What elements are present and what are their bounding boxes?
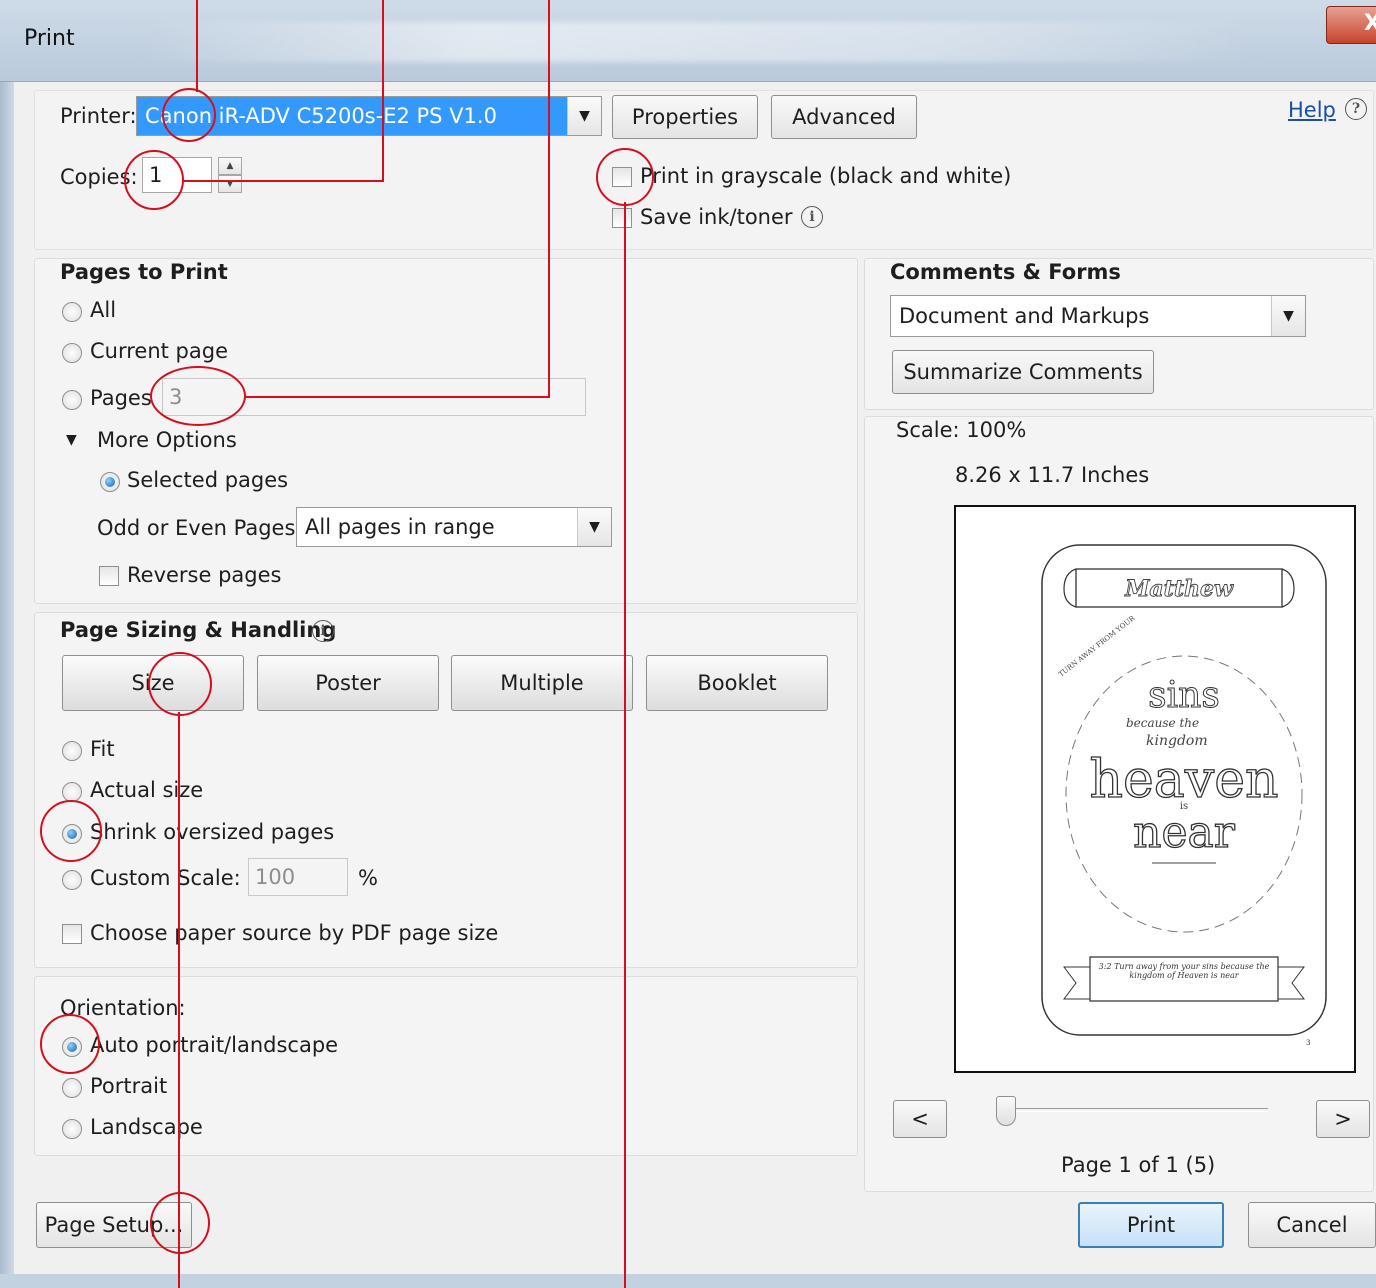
annotation-line <box>196 0 198 92</box>
art-small-because: because the <box>1126 716 1199 730</box>
coloring-page-art: Matthew TURN AWAY FROM YOUR sins because… <box>1041 544 1327 1047</box>
window-frame-bottom <box>0 1274 1376 1288</box>
save-ink-label: Save ink/toner <box>640 205 793 229</box>
annotation-circle-shrink <box>40 800 102 862</box>
cancel-button[interactable]: Cancel <box>1248 1202 1376 1248</box>
help-link[interactable]: Help <box>1288 98 1336 122</box>
annotation-line <box>182 180 384 182</box>
previous-page-button[interactable]: < <box>893 1100 947 1138</box>
all-pages-radio[interactable] <box>62 302 82 322</box>
info-icon[interactable]: i <box>312 620 334 642</box>
annotation-circle-copies <box>124 150 184 210</box>
reverse-pages-label: Reverse pages <box>127 563 282 587</box>
spin-up-icon[interactable]: ▲ <box>218 157 242 175</box>
odd-even-label: Odd or Even Pages: <box>97 516 303 540</box>
chevron-down-icon[interactable]: ▼ <box>567 97 601 135</box>
art-word-sins: sins <box>1148 675 1220 716</box>
portrait-radio[interactable] <box>62 1078 82 1098</box>
triangle-down-icon[interactable]: ▼ <box>66 432 77 448</box>
pages-to-print-header: Pages to Print <box>60 260 228 284</box>
art-arc-text: TURN AWAY FROM YOUR <box>1057 614 1137 679</box>
annotation-circle-size <box>148 652 212 716</box>
close-button[interactable]: X <box>1326 6 1376 44</box>
selected-pages-label: Selected pages <box>127 468 289 492</box>
reverse-pages-checkbox[interactable] <box>99 566 119 586</box>
more-options-label[interactable]: More Options <box>97 428 237 452</box>
annotation-line <box>548 0 550 398</box>
print-button[interactable]: Print <box>1078 1202 1224 1248</box>
selected-pages-radio[interactable] <box>100 472 120 492</box>
landscape-radio[interactable] <box>62 1119 82 1139</box>
paper-source-checkbox[interactable] <box>62 924 82 944</box>
next-page-button[interactable]: > <box>1316 1100 1370 1138</box>
advanced-button[interactable]: Advanced <box>771 95 917 139</box>
comments-select-value: Document and Markups <box>899 304 1150 328</box>
annotation-line <box>624 202 626 1288</box>
page-count-label: Page 1 of 1 (5) <box>1061 1153 1216 1177</box>
window-frame-left <box>0 82 14 1288</box>
current-page-label: Current page <box>90 339 228 363</box>
paper-size-label: 8.26 x 11.7 Inches <box>955 463 1150 487</box>
page-sizing-header: Page Sizing & Handling <box>60 618 337 642</box>
pages-range-radio[interactable] <box>62 390 82 410</box>
landscape-label: Landscape <box>90 1115 203 1139</box>
page-slider-track[interactable] <box>996 1108 1268 1112</box>
current-page-radio[interactable] <box>62 343 82 363</box>
chevron-down-icon[interactable]: ▼ <box>1271 296 1305 336</box>
tab-booklet[interactable]: Booklet <box>646 655 828 711</box>
art-page-number: 3 <box>1306 1039 1310 1047</box>
annotation-line <box>244 396 550 398</box>
annotation-circle-grayscale <box>596 148 654 206</box>
tab-multiple[interactable]: Multiple <box>451 655 633 711</box>
odd-even-select-value: All pages in range <box>305 515 495 539</box>
grayscale-label: Print in grayscale (black and white) <box>640 164 1012 188</box>
art-banner-title: Matthew <box>1124 576 1234 602</box>
annotation-circle-orientation <box>40 1014 100 1074</box>
all-pages-label: All <box>90 298 117 322</box>
pages-range-label: Pages <box>90 386 152 410</box>
spin-down-icon[interactable]: ▼ <box>218 175 242 193</box>
comments-header: Comments & Forms <box>890 260 1121 284</box>
printer-label: Printer: <box>60 104 137 128</box>
chevron-down-icon[interactable]: ▼ <box>577 508 611 546</box>
art-small-kingdom: kingdom <box>1146 733 1208 749</box>
annotation-line <box>382 0 384 182</box>
auto-orientation-label: Auto portrait/landscape <box>90 1033 339 1057</box>
question-icon[interactable]: ? <box>1345 98 1367 120</box>
odd-even-select[interactable]: All pages in range ▼ <box>296 507 612 547</box>
save-ink-checkbox[interactable] <box>612 208 632 228</box>
page-preview: Matthew TURN AWAY FROM YOUR sins because… <box>954 505 1356 1073</box>
custom-scale-input[interactable]: 100 <box>248 858 348 896</box>
fit-radio[interactable] <box>62 741 82 761</box>
custom-scale-label: Custom Scale: <box>90 866 241 890</box>
title-bar-blurred-caption <box>140 22 1260 62</box>
portrait-label: Portrait <box>90 1074 168 1098</box>
actual-size-radio[interactable] <box>62 782 82 802</box>
custom-scale-radio[interactable] <box>62 870 82 890</box>
properties-button[interactable]: Properties <box>612 95 758 139</box>
annotation-circle-page-setup <box>150 1192 210 1254</box>
art-verse: 3:2 Turn away from your sins because the… <box>1098 962 1270 980</box>
paper-source-label: Choose paper source by PDF page size <box>90 921 499 945</box>
fit-label: Fit <box>90 737 115 761</box>
annotation-circle-printer <box>162 88 216 142</box>
title-bar[interactable]: Print X <box>0 0 1376 82</box>
scale-label: Scale: 100% <box>896 418 1027 442</box>
summarize-comments-button[interactable]: Summarize Comments <box>892 350 1154 394</box>
tab-poster[interactable]: Poster <box>257 655 439 711</box>
percent-label: % <box>358 866 378 890</box>
annotation-circle-pages <box>150 366 246 426</box>
comments-select[interactable]: Document and Markups ▼ <box>890 295 1306 337</box>
window-title: Print <box>24 26 75 51</box>
art-word-near: near <box>1133 807 1236 858</box>
info-icon[interactable]: i <box>801 206 823 228</box>
shrink-oversized-label: Shrink oversized pages <box>90 820 335 844</box>
page-slider-thumb[interactable] <box>996 1096 1016 1126</box>
actual-size-label: Actual size <box>90 778 204 802</box>
